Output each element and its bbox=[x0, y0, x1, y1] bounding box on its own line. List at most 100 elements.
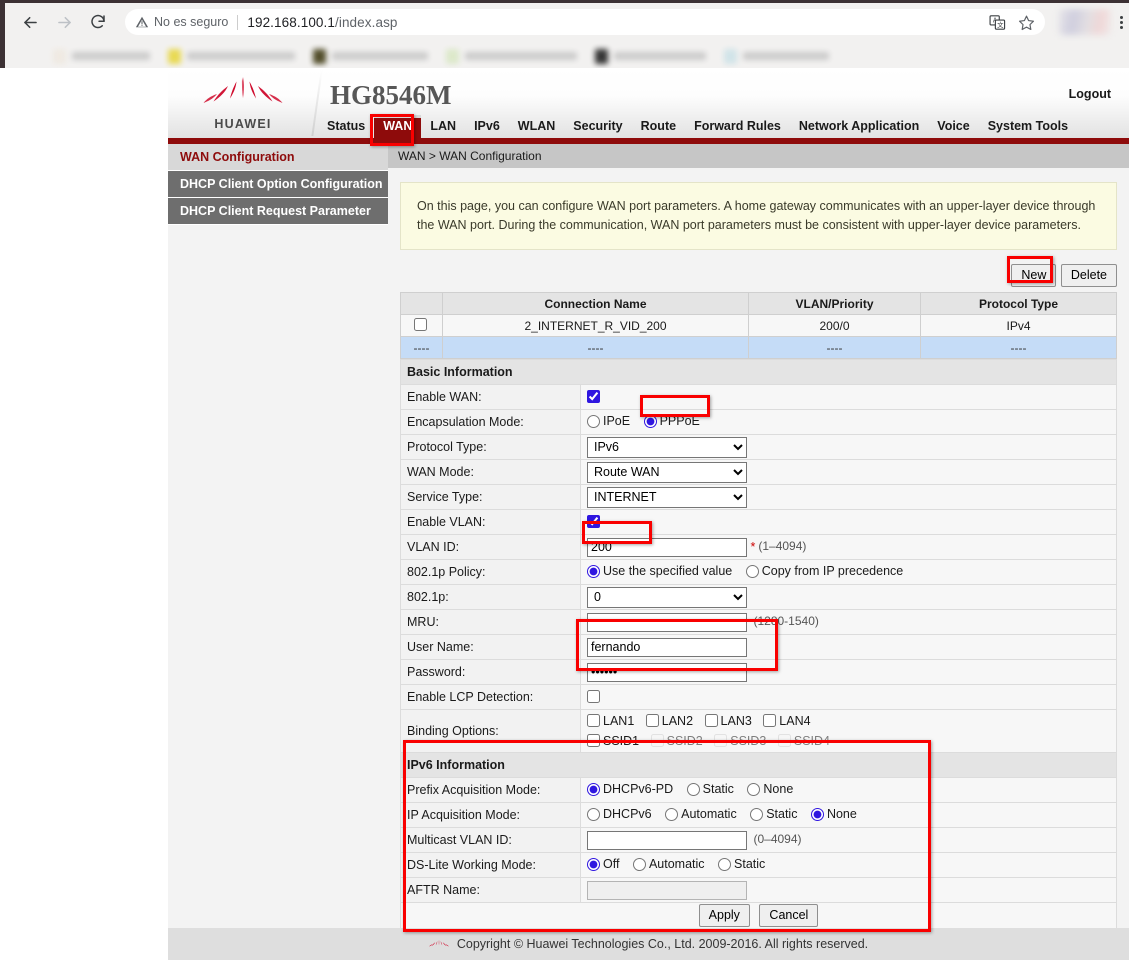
sidebar-item-wan-configuration[interactable]: WAN Configuration bbox=[168, 144, 388, 171]
lcp-detection-checkbox[interactable] bbox=[587, 690, 600, 703]
checkbox-lan1[interactable]: LAN1 bbox=[587, 714, 634, 728]
field-encapsulation-mode[interactable]: IPoE PPPoE bbox=[581, 410, 1117, 435]
reload-icon[interactable] bbox=[81, 7, 115, 37]
copy-from-ip-precedence-radio[interactable] bbox=[746, 565, 759, 578]
nav-item-system-tools[interactable]: System Tools bbox=[979, 115, 1077, 138]
field-enable-vlan[interactable] bbox=[581, 510, 1117, 535]
radio-ip-none[interactable]: None bbox=[811, 807, 857, 821]
field-mru[interactable]: (1280-1540) bbox=[581, 610, 1117, 635]
dslite-off-radio[interactable] bbox=[587, 858, 600, 871]
lan3-checkbox[interactable] bbox=[705, 714, 718, 727]
prefix-none-radio[interactable] bbox=[747, 783, 760, 796]
field-password[interactable] bbox=[581, 660, 1117, 685]
translate-icon[interactable]: Ａ文 bbox=[989, 14, 1006, 31]
nav-item-route[interactable]: Route bbox=[632, 115, 685, 138]
service-type-select[interactable]: INTERNET bbox=[587, 487, 747, 508]
star-icon[interactable] bbox=[1018, 14, 1035, 31]
dslite-automatic-radio[interactable] bbox=[633, 858, 646, 871]
checkbox-ssid1[interactable]: SSID1 bbox=[587, 734, 639, 748]
field-enable-wan[interactable] bbox=[581, 385, 1117, 410]
radio-ipoe[interactable]: IPoE bbox=[587, 414, 630, 428]
radio-prefix-dhcpv6-pd[interactable]: DHCPv6-PD bbox=[587, 782, 673, 796]
dslite-static-radio[interactable] bbox=[718, 858, 731, 871]
use-specified-value-radio[interactable] bbox=[587, 565, 600, 578]
field-8021p-policy[interactable]: Use the specified value Copy from IP pre… bbox=[581, 560, 1117, 585]
bookmark-item[interactable] bbox=[313, 49, 428, 64]
radio-ip-automatic[interactable]: Automatic bbox=[665, 807, 737, 821]
forward-icon[interactable] bbox=[47, 7, 81, 37]
address-bar[interactable]: No es seguro 192.168.100.1/index.asp Ａ文 bbox=[125, 9, 1045, 35]
field-protocol-type[interactable]: IPv6 bbox=[581, 435, 1117, 460]
prefix-static-radio[interactable] bbox=[687, 783, 700, 796]
cancel-button[interactable]: Cancel bbox=[759, 904, 818, 927]
radio-pppoe[interactable]: PPPoE bbox=[644, 414, 700, 428]
nav-item-lan[interactable]: LAN bbox=[421, 115, 465, 138]
bookmark-item[interactable] bbox=[168, 49, 295, 64]
ip-automatic-radio[interactable] bbox=[665, 808, 678, 821]
ip-none-radio[interactable] bbox=[811, 808, 824, 821]
ip-static-radio[interactable] bbox=[750, 808, 763, 821]
sidebar-item-dhcp-client-request-parameter[interactable]: DHCP Client Request Parameter bbox=[168, 198, 388, 225]
field-username[interactable] bbox=[581, 635, 1117, 660]
apply-button[interactable]: Apply bbox=[699, 904, 750, 927]
bookmark-item[interactable] bbox=[446, 49, 577, 64]
radio-prefix-none[interactable]: None bbox=[747, 782, 793, 796]
bookmark-item[interactable] bbox=[53, 49, 150, 64]
ip-dhcpv6-radio[interactable] bbox=[587, 808, 600, 821]
field-wan-mode[interactable]: Route WAN bbox=[581, 460, 1117, 485]
lan1-checkbox[interactable] bbox=[587, 714, 600, 727]
field-dslite-working-mode[interactable]: Off Automatic Static bbox=[581, 853, 1117, 878]
radio-use-specified-value[interactable]: Use the specified value bbox=[587, 564, 732, 578]
vlan-id-input[interactable] bbox=[587, 538, 747, 557]
checkbox-lan4[interactable]: LAN4 bbox=[763, 714, 810, 728]
radio-dslite-static[interactable]: Static bbox=[718, 857, 765, 871]
field-prefix-acquisition-mode[interactable]: DHCPv6-PD Static None bbox=[581, 778, 1117, 803]
radio-dslite-automatic[interactable]: Automatic bbox=[633, 857, 705, 871]
dot1p-select[interactable]: 0 bbox=[587, 587, 747, 608]
radio-prefix-static[interactable]: Static bbox=[687, 782, 734, 796]
nav-item-voice[interactable]: Voice bbox=[928, 115, 978, 138]
radio-copy-from-ip-precedence[interactable]: Copy from IP precedence bbox=[746, 564, 904, 578]
nav-item-ipv6[interactable]: IPv6 bbox=[465, 115, 509, 138]
kebab-menu-icon[interactable] bbox=[1113, 16, 1129, 29]
lan4-checkbox[interactable] bbox=[763, 714, 776, 727]
wan-mode-select[interactable]: Route WAN bbox=[587, 462, 747, 483]
nav-item-wlan[interactable]: WLAN bbox=[509, 115, 565, 138]
prefix-dhcpv6-pd-radio[interactable] bbox=[587, 783, 600, 796]
avatar[interactable] bbox=[1059, 9, 1111, 35]
logout-button[interactable]: Logout bbox=[1069, 87, 1111, 101]
field-multicast-vlan-id[interactable]: (0–4094) bbox=[581, 828, 1117, 853]
multicast-vlan-id-input[interactable] bbox=[587, 831, 747, 850]
password-input[interactable] bbox=[587, 663, 747, 682]
field-vlan-id[interactable]: *(1–4094) bbox=[581, 535, 1117, 560]
new-button[interactable]: New bbox=[1011, 264, 1056, 287]
sidebar-item-dhcp-client-option-configuration[interactable]: DHCP Client Option Configuration bbox=[168, 171, 388, 198]
radio-ip-dhcpv6[interactable]: DHCPv6 bbox=[587, 807, 652, 821]
pppoe-radio[interactable] bbox=[644, 415, 657, 428]
checkbox-lan3[interactable]: LAN3 bbox=[705, 714, 752, 728]
enable-wan-checkbox[interactable] bbox=[587, 390, 600, 403]
nav-item-forward-rules[interactable]: Forward Rules bbox=[685, 115, 790, 138]
bookmark-item[interactable] bbox=[595, 49, 706, 64]
field-binding-options[interactable]: LAN1 LAN2 LAN3 LAN4 SSID1 SSID2 SSID3 bbox=[581, 710, 1117, 753]
enable-vlan-checkbox[interactable] bbox=[587, 515, 600, 528]
ipoe-radio[interactable] bbox=[587, 415, 600, 428]
nav-item-network-application[interactable]: Network Application bbox=[790, 115, 928, 138]
nav-item-wan[interactable]: WAN bbox=[374, 115, 421, 138]
field-service-type[interactable]: INTERNET bbox=[581, 485, 1117, 510]
field-8021p[interactable]: 0 bbox=[581, 585, 1117, 610]
radio-ip-static[interactable]: Static bbox=[750, 807, 797, 821]
mru-input[interactable] bbox=[587, 613, 747, 632]
field-lcp-detection[interactable] bbox=[581, 685, 1117, 710]
bookmarks-bar[interactable] bbox=[5, 41, 1129, 71]
protocol-type-select[interactable]: IPv6 bbox=[587, 437, 747, 458]
delete-button[interactable]: Delete bbox=[1061, 264, 1117, 287]
checkbox-lan2[interactable]: LAN2 bbox=[646, 714, 693, 728]
nav-item-status[interactable]: Status bbox=[318, 115, 374, 138]
back-icon[interactable] bbox=[13, 7, 47, 37]
ssid1-checkbox[interactable] bbox=[587, 734, 600, 747]
row-checkbox[interactable] bbox=[414, 318, 427, 331]
bookmark-item[interactable] bbox=[724, 49, 829, 64]
radio-dslite-off[interactable]: Off bbox=[587, 857, 619, 871]
lan2-checkbox[interactable] bbox=[646, 714, 659, 727]
